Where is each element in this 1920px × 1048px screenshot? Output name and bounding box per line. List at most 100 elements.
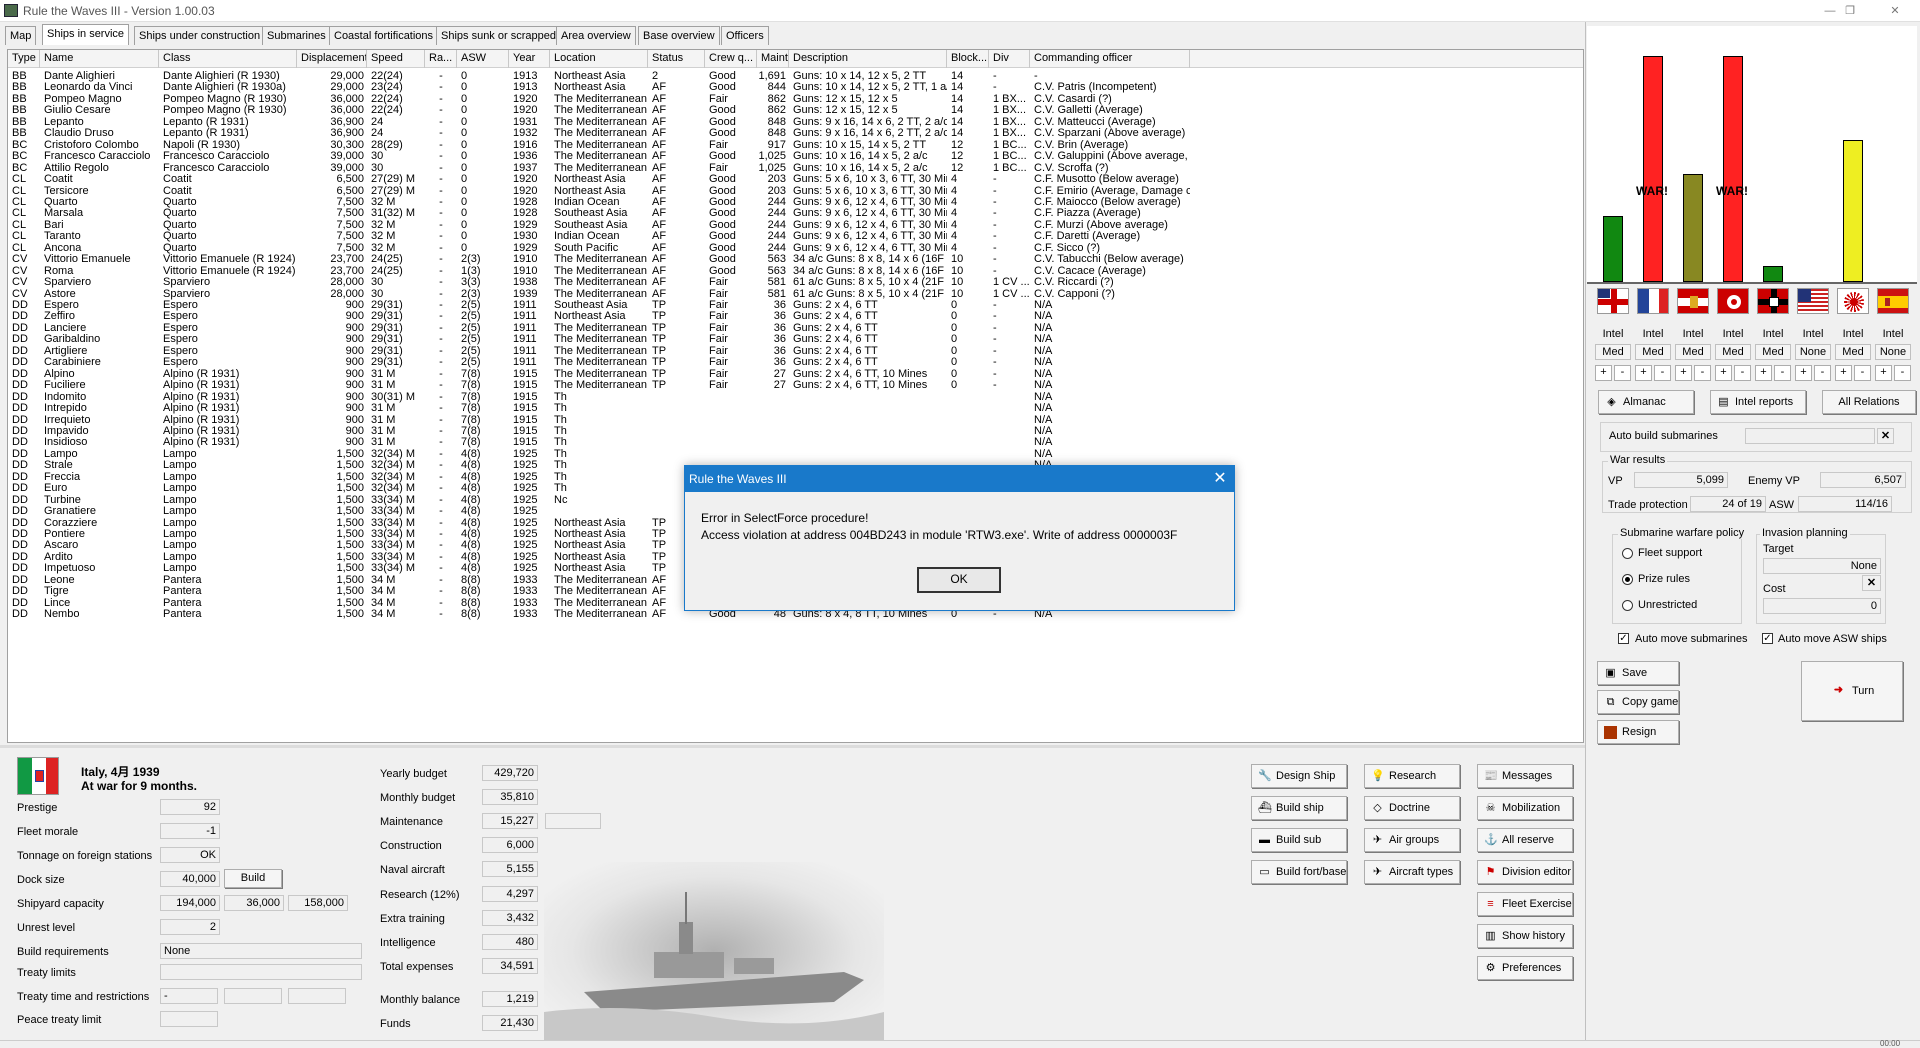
funds-value: 21,430 <box>482 1015 538 1031</box>
sub-policy-label: Submarine warfare policy <box>1618 527 1747 539</box>
tab-map[interactable]: Map <box>5 26 37 45</box>
auto-move-subs-checkbox[interactable]: ✓ <box>1618 633 1629 644</box>
intel-plus-uk[interactable]: + <box>1595 365 1612 381</box>
power-bar-uk <box>1603 216 1623 282</box>
wrench-icon: 🔧 <box>1258 770 1272 782</box>
intel-reports-button[interactable]: ▤ Intel reports <box>1710 390 1806 414</box>
air-groups-button[interactable]: ✈ Air groups <box>1364 828 1460 852</box>
column-header-status[interactable]: Status <box>648 50 705 68</box>
auto-build-subs-close[interactable]: ✕ <box>1877 428 1894 444</box>
fleet-support-radio[interactable] <box>1622 548 1633 559</box>
auto-move-asw-checkbox[interactable]: ✓ <box>1762 633 1773 644</box>
intel-minus-uk[interactable]: - <box>1614 365 1631 381</box>
newspaper-icon: 📰 <box>1484 770 1498 782</box>
prize-rules-label: Prize rules <box>1638 573 1690 585</box>
cell-range: - <box>439 608 443 621</box>
all-reserve-button[interactable]: ⚓ All reserve <box>1477 828 1573 852</box>
all-relations-button[interactable]: All Relations <box>1822 390 1916 414</box>
monthly-budget-label: Monthly budget <box>380 792 456 804</box>
fleet-exercise-button[interactable]: ≡ Fleet Exercise <box>1477 892 1573 916</box>
build-ship-button[interactable]: ⛴ Build ship <box>1251 796 1347 820</box>
report-icon: ▤ <box>1718 396 1729 408</box>
design-ship-button[interactable]: 🔧 Design Ship <box>1251 764 1347 788</box>
resign-button[interactable]: Resign <box>1597 720 1679 744</box>
war-label: WAR! <box>1716 184 1748 198</box>
doctrine-button[interactable]: ◇ Doctrine <box>1364 796 1460 820</box>
japan-naval-flag <box>1717 288 1749 314</box>
research-button[interactable]: 💡 Research <box>1364 764 1460 788</box>
intel-minus-japan[interactable]: - <box>1854 365 1871 381</box>
column-header-displacement[interactable]: Displacement <box>297 50 367 68</box>
intel-minus-germany[interactable]: - <box>1774 365 1791 381</box>
usa-flag <box>1797 288 1829 314</box>
save-button[interactable]: ▣ Save <box>1597 661 1679 685</box>
tab-submarines[interactable]: Submarines <box>262 26 331 45</box>
intel-plus-japan-naval[interactable]: + <box>1715 365 1732 381</box>
dialog-close-button[interactable]: ✕ <box>1210 469 1230 489</box>
tab-ships-in-service[interactable]: Ships in service <box>42 24 130 45</box>
column-header-crew[interactable]: Crew q... <box>705 50 757 68</box>
intel-minus-austria[interactable]: - <box>1694 365 1711 381</box>
column-header-maint[interactable]: Maint... <box>757 50 789 68</box>
build-dock-button[interactable]: Build <box>224 869 282 888</box>
unrestricted-radio[interactable] <box>1622 600 1633 611</box>
column-header-name[interactable]: Name <box>40 50 159 68</box>
tab-officers[interactable]: Officers <box>721 26 769 45</box>
dialog-ok-button[interactable]: OK <box>917 567 1001 593</box>
column-header-div[interactable]: Div <box>989 50 1030 68</box>
column-header-class[interactable]: Class <box>159 50 297 68</box>
total-expenses-label: Total expenses <box>380 961 454 973</box>
treaty-limits-value <box>160 964 362 980</box>
column-header-range[interactable]: Ra... <box>425 50 457 68</box>
intel-plus-germany[interactable]: + <box>1755 365 1772 381</box>
intel-plus-austria[interactable]: + <box>1675 365 1692 381</box>
close-window-button[interactable]: ✕ <box>1880 2 1910 20</box>
column-header-description[interactable]: Description <box>789 50 947 68</box>
tab-base-overview[interactable]: Base overview <box>638 26 720 45</box>
intel-minus-japan-naval[interactable]: - <box>1734 365 1751 381</box>
column-header-speed[interactable]: Speed <box>367 50 425 68</box>
ships-table[interactable]: Type Name Class Displacement Speed Ra... ASW Ye… <box>7 49 1584 743</box>
nation-date: Italy, 4月 1939 <box>81 765 160 779</box>
tab-ships-sunk[interactable]: Ships sunk or scrapped <box>436 26 561 45</box>
book-icon: ◈ <box>1607 396 1616 408</box>
intel-minus-france[interactable]: - <box>1654 365 1671 381</box>
target-clear[interactable]: ✕ <box>1862 575 1881 591</box>
auto-build-subs-field[interactable] <box>1745 428 1875 444</box>
intel-plus-usa[interactable]: + <box>1795 365 1812 381</box>
build-fort-button[interactable]: ▭ Build fort/base <box>1251 860 1347 884</box>
column-header-officer[interactable]: Commanding officer <box>1030 50 1190 68</box>
division-editor-button[interactable]: ⚑ Division editor <box>1477 860 1573 884</box>
intel-minus-usa[interactable]: - <box>1814 365 1831 381</box>
intel-plus-japan[interactable]: + <box>1835 365 1852 381</box>
build-sub-button[interactable]: ▬ Build sub <box>1251 828 1347 852</box>
column-header-location[interactable]: Location <box>550 50 648 68</box>
intel-minus-spain[interactable]: - <box>1894 365 1911 381</box>
skull-icon: ☠ <box>1485 802 1496 814</box>
intel-plus-france[interactable]: + <box>1635 365 1652 381</box>
preferences-button[interactable]: ⚙ Preferences <box>1477 956 1573 980</box>
column-header-block[interactable]: Block... <box>947 50 989 68</box>
enemy-vp-value: 6,507 <box>1820 472 1906 488</box>
turn-button[interactable]: ➜ Turn <box>1801 661 1903 721</box>
prize-rules-radio[interactable] <box>1622 574 1633 585</box>
intel-plus-spain[interactable]: + <box>1875 365 1892 381</box>
tab-area-overview[interactable]: Area overview <box>556 26 636 45</box>
restore-button[interactable]: ❐ <box>1835 2 1865 20</box>
aircraft-types-button[interactable]: ✈ Aircraft types <box>1364 860 1460 884</box>
column-header-type[interactable]: Type <box>8 50 40 68</box>
mobilization-button[interactable]: ☠ Mobilization <box>1477 796 1573 820</box>
column-header-year[interactable]: Year <box>509 50 550 68</box>
show-history-button[interactable]: ▥ Show history <box>1477 924 1573 948</box>
splitter[interactable] <box>0 745 1585 748</box>
tab-coastal-fortifications[interactable]: Coastal fortifications <box>329 26 439 45</box>
copy-game-button[interactable]: ⧉ Copy game <box>1597 690 1679 714</box>
messages-button[interactable]: 📰 Messages <box>1477 764 1573 788</box>
target-value[interactable]: None <box>1763 558 1881 574</box>
intel-level-france: Med <box>1635 344 1671 360</box>
tab-ships-under-construction[interactable]: Ships under construction <box>134 26 266 45</box>
almanac-button[interactable]: ◈ Almanac <box>1598 390 1694 414</box>
column-header-asw[interactable]: ASW <box>457 50 509 68</box>
treaty-time-value-2 <box>224 988 282 1004</box>
war-results-label: War results <box>1608 454 1668 466</box>
